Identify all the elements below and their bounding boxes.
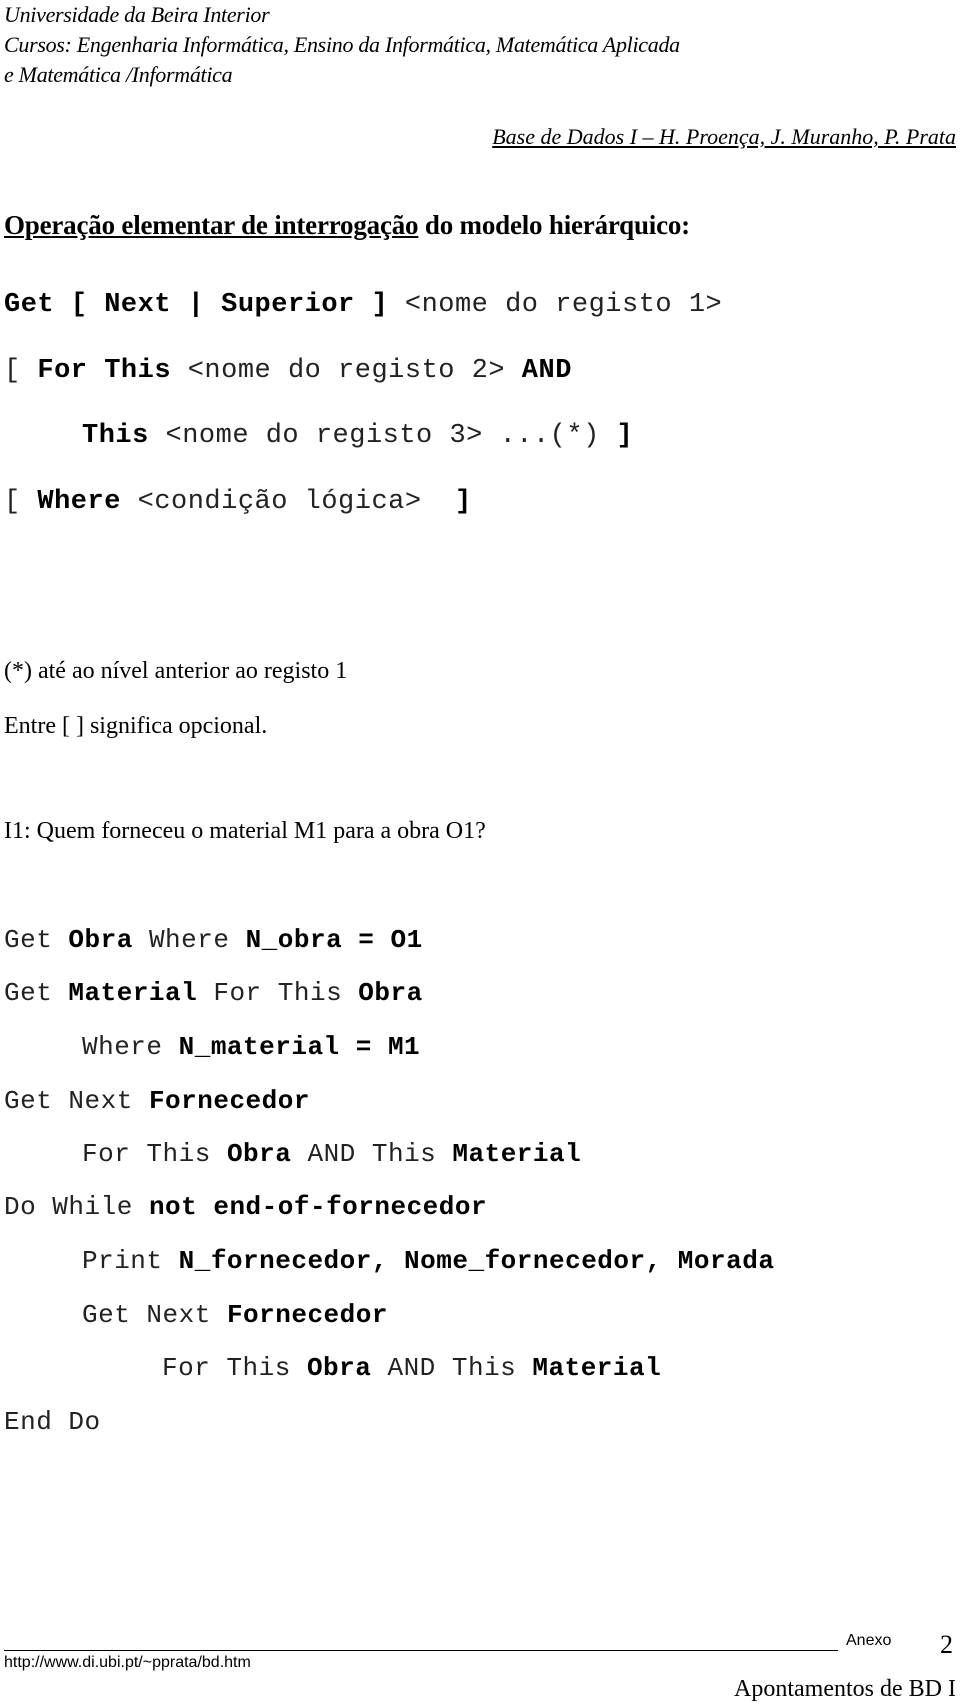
code-token: Get Next [4,1086,149,1116]
kw-superior: Superior [221,290,355,320]
record-placeholder: <nome do registo 3> ...(*) [148,421,617,451]
code-token: For This [197,978,359,1008]
bracket: ] [616,421,634,451]
code-token: Fornecedor [226,1300,388,1330]
program-line-1: Get Obra Where N_obra = O1 [4,925,423,955]
program-line-7: Print N_fornecedor, Nome_fornecedor, Mor… [82,1246,774,1276]
courses-line-1: Cursos: Engenharia Informática, Ensino d… [4,32,680,57]
kw-next: Next [104,290,172,320]
bracket: [ [54,290,105,320]
bracket: [ [4,487,38,517]
code-token: AND This [371,1353,533,1383]
kw-and: AND [521,356,572,386]
bracket: ] [354,290,389,320]
record-placeholder: <nome do registo 1> [388,290,723,320]
section-title-rest: do modelo hierárquico: [418,210,690,240]
bracket: [ [4,356,38,386]
page-number: 2 [940,1630,953,1659]
code-token: Obra [358,978,423,1008]
university-name: Universidade da Beira Interior [4,2,270,27]
course-title: Base de Dados I – H. Proença, J. Muranho… [492,124,956,149]
code-token: Obra [68,925,133,955]
code-token: N_fornecedor, Nome_fornecedor, Morada [178,1246,775,1276]
code-token: Where [132,925,246,955]
code-token: Get [4,925,69,955]
code-token: Print [82,1246,179,1276]
program-line-10: End Do [4,1407,101,1437]
note-asterisk: (*) até ao nível anterior ao registo 1 [4,658,348,684]
code-token: N_obra = O1 [245,925,423,955]
note-optional: Entre [ ] significa opcional. [4,713,268,739]
record-placeholder: <nome do registo 2> [171,356,522,386]
code-token: Do While [4,1192,149,1222]
kw-where: Where [37,487,121,517]
separator: | [171,290,222,320]
document-title: Apontamentos de BD I [734,1676,956,1702]
program-line-8: Get Next Fornecedor [82,1300,388,1330]
code-token: Material [68,978,198,1008]
syntax-line-4: [ Where <condição lógica> ] [4,487,472,517]
condition-placeholder: <condição lógica> [120,487,455,517]
syntax-line-2: [ For This <nome do registo 2> AND [4,356,572,386]
footer-section-label: Anexo [846,1632,892,1649]
code-token: End Do [4,1407,101,1437]
bracket: ] [454,487,472,517]
kw-for-this: For This [37,356,172,386]
courses-line-2: e Matemática /Informática [4,62,233,87]
code-token: not end-of-fornecedor [148,1192,488,1222]
code-token: Material [532,1353,662,1383]
code-token: Get [4,978,69,1008]
kw-get: Get [4,290,55,320]
syntax-line-1: Get [ Next | Superior ] <nome do registo… [4,290,722,320]
code-token: For This [162,1353,307,1383]
kw-this: This [82,421,149,451]
program-line-4: Get Next Fornecedor [4,1086,310,1116]
program-line-9: For This Obra AND This Material [162,1353,661,1383]
footer-divider [4,1650,838,1651]
code-token: For This [82,1139,227,1169]
code-token: Fornecedor [148,1086,310,1116]
footer-url[interactable]: http://www.di.ubi.pt/~pprata/bd.htm [4,1654,251,1672]
program-line-3: Where N_material = M1 [82,1032,420,1062]
syntax-line-3: This <nome do registo 3> ...(*) ] [82,421,633,451]
program-line-5: For This Obra AND This Material [82,1139,581,1169]
code-token: AND This [291,1139,453,1169]
section-title-underlined: Operação elementar de interrogação [4,210,419,240]
code-token: Material [452,1139,582,1169]
code-token: Obra [306,1353,372,1383]
program-line-6: Do While not end-of-fornecedor [4,1192,487,1222]
code-token: Where [82,1032,179,1062]
code-token: N_material = M1 [178,1032,421,1062]
code-token: Obra [226,1139,292,1169]
code-token: Get Next [82,1300,227,1330]
question-i1: I1: Quem forneceu o material M1 para a o… [4,818,486,844]
program-line-2: Get Material For This Obra [4,978,423,1008]
section-title: Operação elementar de interrogação do mo… [4,210,690,241]
